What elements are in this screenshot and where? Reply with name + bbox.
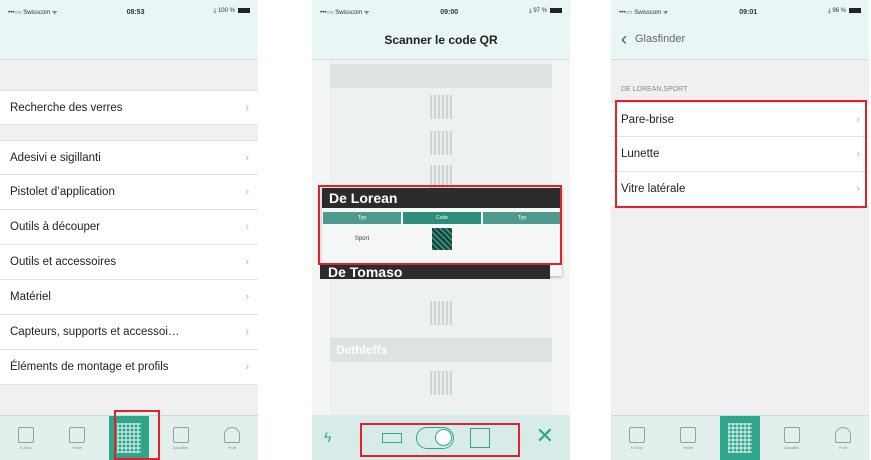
next-brand-heading: De Tomaso xyxy=(320,265,550,279)
tab-cart[interactable]: Panier xyxy=(668,416,708,460)
chevron-right-icon: › xyxy=(245,186,249,198)
faded-header: Dethleffs xyxy=(330,338,552,362)
chevron-right-icon: › xyxy=(245,256,249,268)
menu-item-label: Capteurs, supports et accessoi… xyxy=(10,326,180,338)
tab-label: E-Shop xyxy=(630,445,643,450)
tab-label: Actualités xyxy=(783,445,800,450)
menu-item-label: Pistolet d’application xyxy=(10,186,115,198)
tab-label: E-Shop xyxy=(19,445,32,450)
shop-icon xyxy=(17,426,34,443)
tab-label: Panier xyxy=(683,445,694,450)
news-icon xyxy=(172,426,189,443)
battery-icon xyxy=(550,8,562,14)
menu-item-applicator[interactable]: Pistolet d’application › xyxy=(0,175,258,210)
profile-icon xyxy=(224,426,241,443)
bag-icon xyxy=(69,426,86,443)
carrier-label: •••○○ Swisscom ᯤ xyxy=(619,10,669,16)
faded-header xyxy=(330,64,552,88)
status-bar: •••○○ Swisscom ᯤ 08:53 ⤓ 100 % xyxy=(0,0,258,24)
phone-screen-glasfinder: •••○○ Swisscom ᯤ 09:01 ⤓ 96 % ‹ Glasfind… xyxy=(611,0,869,460)
carrier-label: •••○○ Swisscom ᯤ xyxy=(8,10,58,16)
chevron-right-icon: › xyxy=(245,152,249,164)
faded-row xyxy=(330,90,552,124)
menu-group-top: Recherche des verres › xyxy=(0,90,258,125)
close-icon[interactable]: ✕ xyxy=(536,423,554,449)
tab-eshop[interactable]: E-Shop xyxy=(6,416,46,460)
chevron-right-icon: › xyxy=(245,221,249,233)
battery-icon xyxy=(238,8,250,14)
status-bar: •••○○ Swisscom ᯤ 09:00 ⤓ 97 % xyxy=(312,0,570,24)
faded-row xyxy=(330,126,552,160)
battery-icon xyxy=(849,8,861,14)
battery-label: ⤓ 97 % xyxy=(529,8,547,15)
faded-row xyxy=(330,366,552,400)
section-header: DE LOREAN,SPORT xyxy=(621,86,688,93)
tab-profile[interactable]: Profil xyxy=(823,416,863,460)
tab-label: Panier xyxy=(72,445,83,450)
menu-item-label: Éléments de montage et profils xyxy=(10,361,169,373)
qr-code-icon xyxy=(727,423,752,453)
tab-qr-scanner[interactable] xyxy=(719,415,760,460)
tab-label: Profil xyxy=(839,445,848,450)
tab-label: Profil xyxy=(228,445,237,450)
faded-row xyxy=(330,296,552,330)
carrier-label: •••○○ Swisscom ᯤ xyxy=(320,10,370,16)
chevron-left-icon: ‹ xyxy=(621,29,627,49)
clock: 09:00 xyxy=(440,8,459,16)
clock: 08:53 xyxy=(126,8,145,16)
profile-icon xyxy=(835,426,852,443)
menu-item-label: Matériel xyxy=(10,291,51,303)
menu-item-label: Adesivi e sigillanti xyxy=(10,151,101,164)
menu-item-material[interactable]: Matériel › xyxy=(0,280,258,315)
news-icon xyxy=(783,426,800,443)
menu-item-label: Recherche des verres xyxy=(10,101,123,114)
screenshot-collage: •••○○ Swisscom ᯤ 08:53 ⤓ 100 % Recherche… xyxy=(0,0,871,460)
menu-item-adhesives[interactable]: Adesivi e sigillanti › xyxy=(0,140,258,175)
menu-item-mounting[interactable]: Éléments de montage et profils › xyxy=(0,350,258,385)
chevron-right-icon: › xyxy=(245,361,249,373)
battery-label: ⤓ 100 % xyxy=(213,8,235,15)
tab-bar: E-Shop Panier Actualités Profil xyxy=(611,415,869,460)
clock: 09:01 xyxy=(739,8,758,16)
highlight-frame xyxy=(360,423,520,457)
tab-label: Actualités xyxy=(172,445,189,450)
back-button[interactable]: ‹ Glasfinder xyxy=(621,30,685,48)
menu-item-label: Outils et accessoires xyxy=(10,256,117,268)
battery-label: ⤓ 96 % xyxy=(828,8,846,15)
menu-item-label: Outils à découper xyxy=(10,221,101,233)
tab-profile[interactable]: Profil xyxy=(212,416,252,460)
bag-icon xyxy=(680,426,697,443)
menu-item-sensors[interactable]: Capteurs, supports et accessoi… › xyxy=(0,315,258,350)
chevron-right-icon: › xyxy=(245,102,249,114)
highlight-frame xyxy=(318,185,562,265)
phone-screen-scanner: •••○○ Swisscom ᯤ 09:00 ⤓ 97 % Scanner le… xyxy=(312,0,570,460)
phone-screen-menu: •••○○ Swisscom ᯤ 08:53 ⤓ 100 % Recherche… xyxy=(0,0,258,460)
tab-news[interactable]: Actualités xyxy=(772,416,812,460)
menu-item-tools-accessories[interactable]: Outils et accessoires › xyxy=(0,245,258,280)
tab-news[interactable]: Actualités xyxy=(161,416,201,460)
tab-eshop[interactable]: E-Shop xyxy=(617,416,657,460)
highlight-frame xyxy=(114,410,160,460)
highlight-frame xyxy=(615,100,867,208)
flash-icon[interactable]: ϟ xyxy=(324,429,331,445)
back-label: Glasfinder xyxy=(635,33,686,45)
tab-cart[interactable]: Panier xyxy=(57,416,97,460)
brand-heading: Dethleffs xyxy=(336,343,388,357)
status-bar: •••○○ Swisscom ᯤ 09:01 ⤓ 96 % xyxy=(611,0,869,24)
chevron-right-icon: › xyxy=(245,326,249,338)
page-title: Scanner le code QR xyxy=(384,33,498,47)
shop-icon xyxy=(628,426,645,443)
chevron-right-icon: › xyxy=(245,291,249,303)
menu-item-glass-search[interactable]: Recherche des verres › xyxy=(0,90,258,125)
menu-group-products: Adesivi e sigillanti › Pistolet d’applic… xyxy=(0,140,258,385)
menu-item-cutting-tools[interactable]: Outils à découper › xyxy=(0,210,258,245)
